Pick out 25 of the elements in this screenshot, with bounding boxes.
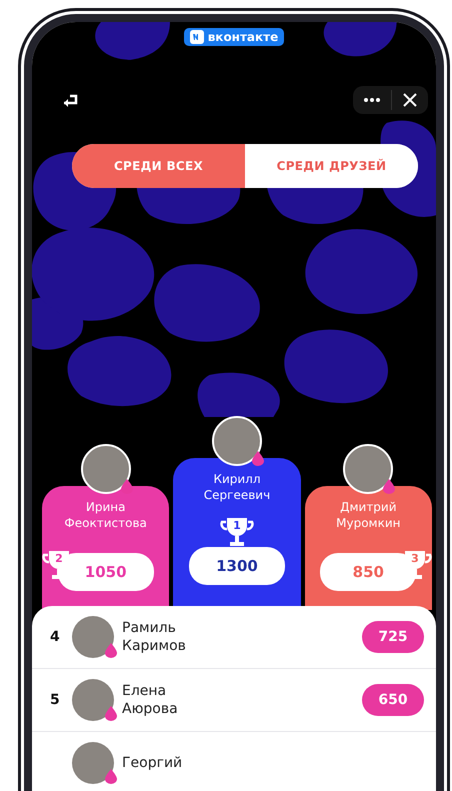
player-name: Кирилл Сергеевич [202, 472, 272, 504]
drop-icon [105, 643, 117, 658]
place-number: 2 [54, 552, 64, 565]
rank: 4 [50, 629, 61, 645]
rank: 5 [50, 692, 61, 708]
player-name: Рамиль Каримов [122, 618, 187, 656]
vk-label: вконтакте [208, 30, 278, 44]
drop-icon [383, 479, 396, 494]
place-number: 3 [410, 552, 420, 565]
drop-icon [105, 706, 117, 721]
trophy-icon [220, 517, 254, 548]
player-name: Георгий [122, 754, 184, 772]
drop-icon [252, 451, 264, 466]
player-name: Дмитрий Муромкин [335, 500, 402, 532]
player-name: Ирина Феоктистова [63, 500, 148, 532]
tab[interactable]: СРЕДИ ВСЕХ [72, 144, 245, 188]
close-icon[interactable] [403, 93, 417, 107]
back-icon[interactable] [62, 93, 80, 107]
score: 650 [362, 684, 424, 716]
more-icon[interactable] [364, 98, 380, 102]
drop-icon [105, 769, 117, 784]
place-number: 1 [232, 519, 242, 532]
score: 1300 [188, 547, 285, 586]
player-name: Елена Аюрова [122, 682, 179, 718]
score: 725 [362, 621, 424, 653]
